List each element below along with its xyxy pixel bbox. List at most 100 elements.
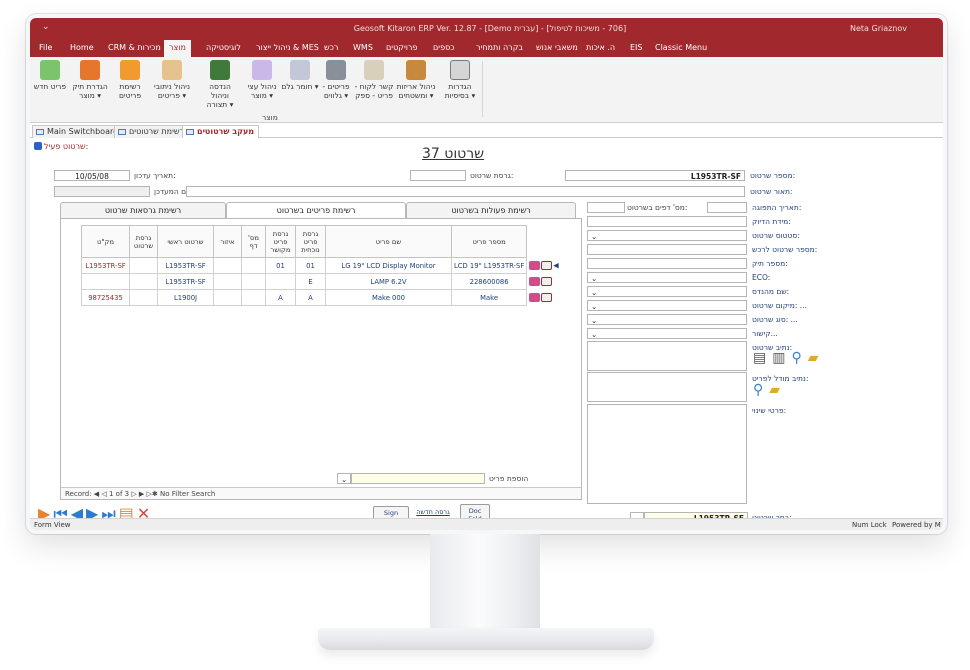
open-folder-icon[interactable]: ▰: [808, 350, 825, 366]
table-row[interactable]: 98725435 L1900J A A Make 000 Make: [81, 289, 563, 306]
cell-item-number[interactable]: LCD 19" L1953TR-SF: [450, 257, 528, 274]
description-field[interactable]: [186, 186, 745, 197]
search-icon[interactable]: ⚲: [791, 350, 807, 366]
cell-item-number[interactable]: 228600086: [450, 273, 528, 290]
menu-wms[interactable]: WMS: [353, 43, 373, 52]
path-field[interactable]: [587, 341, 747, 371]
ribbon-routing-button[interactable]: ניהול ניתובי פריטים ▾: [152, 60, 192, 100]
ribbon-basic-settings-button[interactable]: הגדרות בסיסיות ▾: [440, 60, 480, 100]
location-select[interactable]: ⌄: [587, 300, 747, 311]
cell-area[interactable]: [213, 273, 242, 290]
ribbon-product-trees-button[interactable]: ניהול עצי מוצר ▾: [242, 60, 282, 100]
menu-quality[interactable]: ה. איכות: [586, 43, 615, 52]
cell-current-version[interactable]: E: [295, 273, 326, 290]
updater-field[interactable]: [54, 186, 150, 197]
engineer-select[interactable]: ⌄: [587, 286, 747, 297]
cell-item-number[interactable]: Make: [450, 289, 528, 306]
status-select[interactable]: ⌄: [587, 230, 747, 241]
menu-file[interactable]: File: [39, 43, 52, 52]
cell-linked-version[interactable]: [265, 273, 296, 290]
menu-home[interactable]: Home: [70, 43, 94, 52]
accuracy-field[interactable]: [587, 216, 747, 227]
item-card-icon[interactable]: [529, 293, 541, 302]
search-icon[interactable]: ⚲: [753, 382, 769, 398]
location-label[interactable]: מיקום שרטוט: ...: [752, 301, 807, 310]
cell-current-version[interactable]: A: [295, 289, 326, 306]
cell-drawing-version[interactable]: [129, 273, 158, 290]
cell-sku[interactable]: 98725435: [81, 289, 130, 306]
cell-area[interactable]: [213, 289, 242, 306]
tab-main-switchboard[interactable]: Main Switchboard: [32, 125, 124, 138]
paste-icon[interactable]: ▥: [772, 350, 791, 366]
ribbon-item-list-button[interactable]: רשימת פריטים: [110, 60, 150, 100]
drawing-number-field[interactable]: L1953TR-SF: [565, 170, 745, 181]
menu-purchase[interactable]: רכש: [324, 43, 338, 52]
tab-drawing-versions[interactable]: רשימת גרסאות שרטוט: [60, 202, 226, 218]
menu-hr[interactable]: משאבי אנוש: [536, 43, 578, 52]
cell-page[interactable]: [241, 273, 266, 290]
quick-access-toolbar[interactable]: ⌄: [42, 22, 50, 32]
update-date-field[interactable]: 10/05/08: [54, 170, 130, 181]
cell-main-drawing[interactable]: L1953TR-SF: [157, 273, 214, 290]
tab-drawing-items[interactable]: רשימת פריטים בשרטוט: [226, 202, 406, 219]
item-card-icon[interactable]: [529, 261, 541, 270]
expiry-date-field[interactable]: [707, 202, 747, 213]
purchase-drawing-field[interactable]: [587, 244, 747, 255]
active-drawing-checkbox[interactable]: שרטוט פעיל:: [34, 142, 88, 151]
cell-sku[interactable]: L1953TR-SF: [81, 257, 130, 274]
add-item-dropdown-icon[interactable]: ⌄: [337, 473, 351, 484]
version-field[interactable]: [410, 170, 466, 181]
cell-item-name[interactable]: LAMP 6.2V: [325, 273, 452, 290]
tab-drawing-actions[interactable]: רשימת פעולות בשרטוט: [406, 202, 576, 218]
close-icon[interactable]: [541, 293, 553, 302]
cell-linked-version[interactable]: 01: [265, 257, 296, 274]
menu-logistics[interactable]: לוגיסטיקה: [206, 43, 241, 52]
cell-item-name[interactable]: Make 000: [325, 289, 452, 306]
model-path-field[interactable]: [587, 372, 747, 402]
pages-field[interactable]: [587, 202, 625, 213]
cell-main-drawing[interactable]: L1953TR-SF: [157, 257, 214, 274]
add-item-field[interactable]: [351, 473, 485, 484]
menu-product[interactable]: מוצר: [164, 40, 191, 57]
ribbon-new-item-button[interactable]: פריט חדש: [30, 60, 70, 91]
ribbon-packaging-button[interactable]: ניהול אריזות ומשטחים ▾: [396, 60, 436, 100]
ribbon-product-file-button[interactable]: הגדרת תיק מוצר ▾: [70, 60, 110, 100]
cell-drawing-version[interactable]: [129, 257, 158, 274]
cell-sku[interactable]: [81, 273, 130, 290]
ribbon-items-button[interactable]: פריטים - גלווים ▾: [316, 60, 356, 100]
link-label[interactable]: קישור...: [752, 329, 778, 338]
menu-eis[interactable]: EIS: [630, 43, 643, 52]
item-card-icon[interactable]: [529, 277, 541, 286]
menu-projects[interactable]: פרויקטים: [386, 43, 417, 52]
tab-drawings-tracking[interactable]: מעקב שרטוטים: [182, 125, 260, 138]
close-icon[interactable]: [541, 261, 553, 270]
change-details-field[interactable]: [587, 404, 747, 504]
cell-main-drawing[interactable]: L1900J: [157, 289, 214, 306]
cell-area[interactable]: [213, 257, 242, 274]
cell-page[interactable]: [241, 257, 266, 274]
cell-current-version[interactable]: 01: [295, 257, 326, 274]
cell-linked-version[interactable]: A: [265, 289, 296, 306]
cell-drawing-version[interactable]: [129, 289, 158, 306]
table-row[interactable]: L1953TR-SF E LAMP 6.2V 228600086: [81, 273, 563, 290]
open-folder-icon[interactable]: ▰: [769, 382, 786, 398]
cell-page[interactable]: [241, 289, 266, 306]
document-icon[interactable]: ▤: [753, 350, 772, 366]
ribbon-customer-link-button[interactable]: קשר לקוח - פריט - ספק: [354, 60, 394, 100]
table-row[interactable]: L1953TR-SF L1953TR-SF 01 01 LG 19" LCD D…: [81, 257, 563, 274]
record-navigator[interactable]: Record: ◀ ◁ 1 of 3 ▷ ▶ ▷✱ No Filter Sear…: [61, 487, 581, 499]
eco-select[interactable]: ⌄: [587, 272, 747, 283]
menu-finance[interactable]: כספים: [433, 43, 455, 52]
file-number-field[interactable]: [587, 258, 747, 269]
cell-item-name[interactable]: LG 19" LCD Display Monitor: [325, 257, 452, 274]
ribbon-raw-material-button[interactable]: חומר גלם ▾: [280, 60, 320, 91]
tab-drawings-list[interactable]: רשימת שרטוטים: [114, 125, 190, 138]
type-select[interactable]: ⌄: [587, 314, 747, 325]
link-select[interactable]: ⌄: [587, 328, 747, 339]
menu-control[interactable]: בקרה ותמחיר: [476, 43, 523, 52]
type-label[interactable]: סוג שרטוט: ...: [752, 315, 798, 324]
close-icon[interactable]: [541, 277, 553, 286]
menu-classic[interactable]: Classic Menu: [655, 43, 707, 52]
ribbon-engineering-button[interactable]: הנדסה וניהול תצורה ▾: [200, 60, 240, 109]
menu-mes[interactable]: ניהול ייצור & MES: [256, 43, 319, 52]
